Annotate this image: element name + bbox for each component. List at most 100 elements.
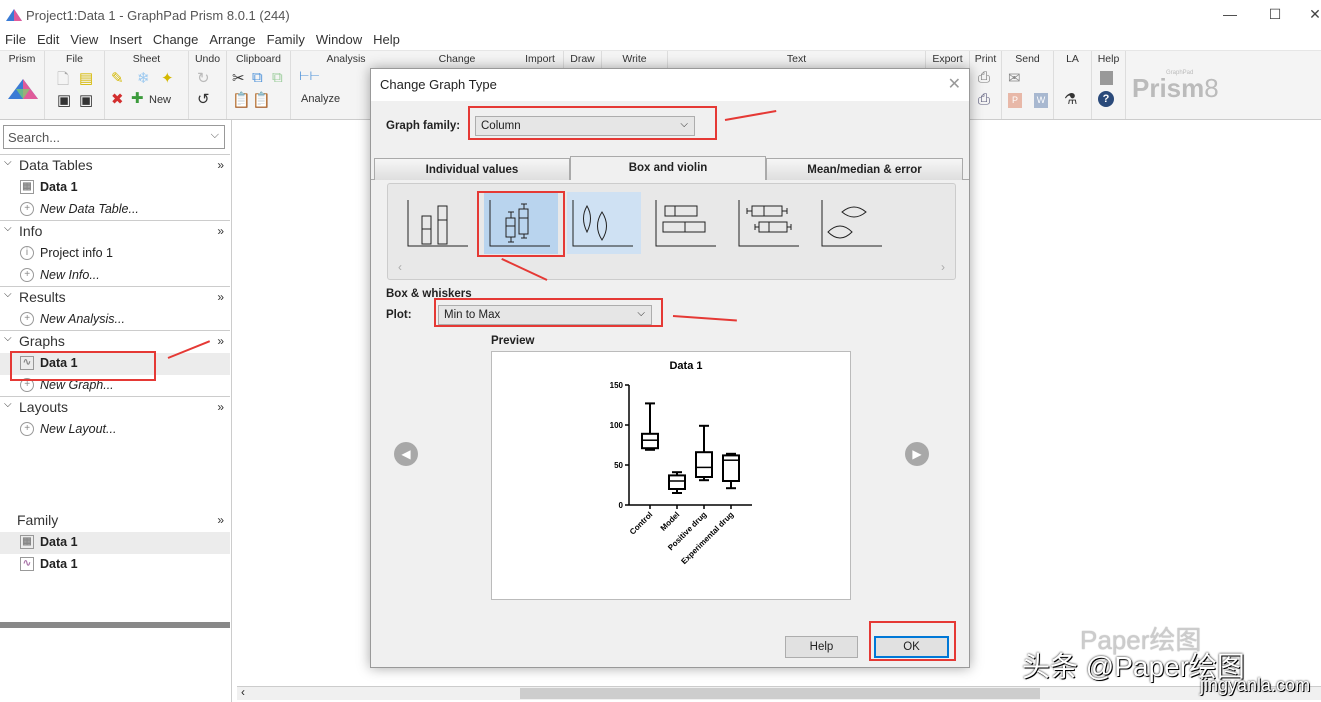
- highlighter-icon[interactable]: ✎: [111, 69, 124, 87]
- gallery-scroll-right-icon[interactable]: ›: [941, 260, 945, 274]
- sidebar-item[interactable]: + New Analysis...: [0, 309, 230, 331]
- new-sheet-button[interactable]: New: [149, 94, 171, 106]
- menu-insert[interactable]: Insert: [109, 32, 142, 47]
- tab-individual-values[interactable]: Individual values: [374, 158, 570, 180]
- chevron-down-icon[interactable]: ⌵: [4, 333, 12, 344]
- close-button[interactable]: ✕: [1300, 6, 1321, 23]
- maximize-button[interactable]: ☐: [1260, 6, 1290, 23]
- sidebar-item[interactable]: + New Layout...: [0, 419, 230, 441]
- analyze-button[interactable]: Analyze: [301, 93, 340, 105]
- section-header[interactable]: ⌵ Data Tables »: [0, 155, 230, 177]
- sidebar-item[interactable]: i Project info 1: [0, 243, 230, 265]
- flask-icon[interactable]: ⚗: [1064, 90, 1077, 108]
- menu-file[interactable]: File: [5, 32, 26, 47]
- sidebar-item[interactable]: + New Data Table...: [0, 199, 230, 221]
- delete-icon[interactable]: ✖: [111, 90, 124, 108]
- gallery-scroll-left-icon[interactable]: ‹: [398, 260, 402, 274]
- tab-mean-median-error[interactable]: Mean/median & error: [766, 158, 963, 180]
- freeze-icon[interactable]: ❄: [137, 69, 150, 87]
- powerpoint-icon[interactable]: P: [1008, 93, 1022, 108]
- group-label: Analysis: [326, 53, 366, 65]
- menu-family[interactable]: Family: [267, 32, 305, 47]
- ribbon-group-clipboard: Clipboard ✂ ⧉ ⧉ 📋 📋: [227, 51, 291, 119]
- title-bar: Project1:Data 1 - GraphPad Prism 8.0.1 (…: [0, 0, 1321, 32]
- chevron-down-icon[interactable]: ⌵: [4, 223, 12, 234]
- cut-icon[interactable]: ✂: [232, 69, 245, 87]
- next-arrow-button[interactable]: ▶: [905, 442, 929, 466]
- group-label: Write: [622, 53, 647, 65]
- chevron-down-icon[interactable]: ⌵: [211, 129, 219, 142]
- sidebar-item-label: New Data Table...: [40, 202, 139, 216]
- menu-view[interactable]: View: [70, 32, 98, 47]
- print-preview-icon[interactable]: ⎙: [978, 91, 990, 108]
- ok-button[interactable]: OK: [874, 636, 949, 658]
- gallery-horizontal-box-and-whiskers[interactable]: [733, 192, 807, 254]
- menu-window[interactable]: Window: [316, 32, 362, 47]
- undo-icon[interactable]: ↺: [197, 90, 210, 108]
- plot-label: Plot:: [386, 309, 412, 321]
- scrollbar-thumb[interactable]: [520, 688, 1040, 699]
- sidebar-item[interactable]: ▦ Data 1: [0, 177, 230, 199]
- copy-special-icon[interactable]: ⧉: [272, 69, 283, 86]
- plot-select[interactable]: Min to Max ⌵: [438, 305, 652, 325]
- ribbon-group-undo: Undo ↻ ↺: [189, 51, 227, 119]
- x-tick-label: Control: [628, 510, 654, 536]
- prism-menu-icon[interactable]: [8, 79, 38, 99]
- family-item[interactable]: ▦ Data 1: [0, 532, 230, 554]
- gallery-horizontal-violin[interactable]: [816, 192, 890, 254]
- tab-box-and-violin[interactable]: Box and violin: [570, 156, 766, 180]
- expand-icon[interactable]: »: [217, 158, 224, 172]
- previous-arrow-button[interactable]: ◀: [394, 442, 418, 466]
- help-icon[interactable]: ?: [1098, 91, 1114, 107]
- graph-family-select[interactable]: Column ⌵: [475, 116, 695, 136]
- menu-arrange[interactable]: Arrange: [209, 32, 255, 47]
- paste-icon[interactable]: 📋: [232, 91, 251, 109]
- print-icon[interactable]: ⎙: [978, 69, 990, 86]
- tutorial-icon[interactable]: [1100, 71, 1113, 85]
- section-header[interactable]: ⌵ Layouts »: [0, 397, 230, 419]
- plot-value: Min to Max: [444, 309, 501, 321]
- word-icon[interactable]: W: [1034, 93, 1048, 108]
- section-header[interactable]: ⌵ Graphs »: [0, 331, 230, 353]
- family-item[interactable]: ∿ Data 1: [0, 554, 230, 576]
- help-button[interactable]: Help: [785, 636, 858, 658]
- email-icon[interactable]: ✉: [1008, 69, 1021, 87]
- gallery-violin[interactable]: [567, 192, 641, 254]
- section-header[interactable]: ⌵ Results »: [0, 287, 230, 309]
- redo-icon[interactable]: ↻: [197, 69, 210, 87]
- search-input[interactable]: Search... ⌵: [3, 125, 225, 149]
- section-header[interactable]: ⌵ Info »: [0, 221, 230, 243]
- pane-splitter[interactable]: [0, 622, 230, 628]
- ribbon-group-prism: Prism: [0, 51, 45, 119]
- expand-icon[interactable]: »: [217, 400, 224, 414]
- save-as-icon[interactable]: ▣: [79, 91, 93, 109]
- save-icon[interactable]: ▣: [57, 91, 71, 109]
- gallery-horizontal-floating-bars[interactable]: [650, 192, 724, 254]
- expand-icon[interactable]: »: [217, 290, 224, 304]
- pin-icon[interactable]: ✦: [161, 69, 174, 87]
- paste-special-icon[interactable]: 📋: [252, 91, 271, 109]
- new-sheet-icon[interactable]: ✚: [131, 89, 144, 107]
- dialog-title: Change Graph Type: [380, 77, 497, 92]
- chevron-down-icon[interactable]: ⌵: [4, 399, 12, 410]
- chevron-down-icon[interactable]: ⌵: [4, 157, 12, 168]
- horizontal-scrollbar[interactable]: ‹: [237, 685, 1321, 700]
- sidebar-item[interactable]: + New Info...: [0, 265, 230, 287]
- expand-icon[interactable]: »: [217, 334, 224, 348]
- scroll-left-icon[interactable]: ‹: [241, 685, 245, 699]
- ribbon-group-la: LA ⚗: [1054, 51, 1092, 119]
- menu-change[interactable]: Change: [153, 32, 199, 47]
- preview-label: Preview: [491, 335, 535, 347]
- menu-help[interactable]: Help: [373, 32, 400, 47]
- close-icon[interactable]: ✕: [948, 74, 961, 94]
- copy-icon[interactable]: ⧉: [252, 69, 263, 86]
- gallery-floating-bars[interactable]: [402, 192, 476, 254]
- expand-icon[interactable]: »: [217, 224, 224, 238]
- open-file-icon[interactable]: ▤: [79, 69, 93, 87]
- minimize-button[interactable]: —: [1215, 6, 1245, 22]
- menu-edit[interactable]: Edit: [37, 32, 59, 47]
- info-icon: i: [20, 246, 34, 260]
- expand-icon[interactable]: »: [217, 513, 224, 527]
- analysis-icon[interactable]: ⊢⊢: [299, 69, 320, 83]
- chevron-down-icon[interactable]: ⌵: [4, 289, 12, 300]
